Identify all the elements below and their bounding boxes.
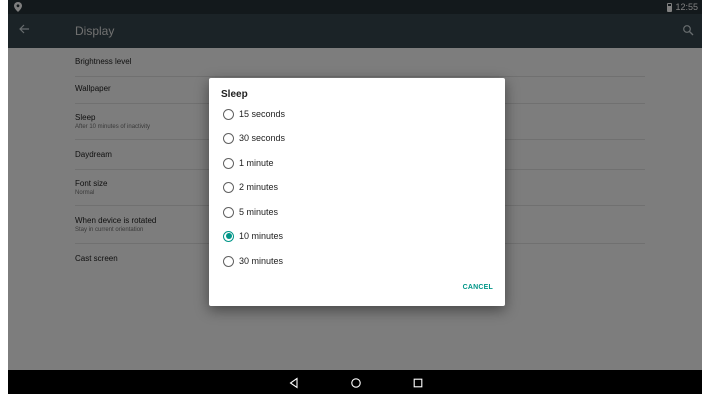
navigation-bar <box>8 370 702 394</box>
cancel-button[interactable]: CANCEL <box>463 284 493 291</box>
sleep-option[interactable]: 1 minute <box>223 155 274 171</box>
option-label: 10 minutes <box>239 231 284 241</box>
radio-button[interactable] <box>223 181 234 193</box>
sleep-option[interactable]: 30 seconds <box>223 130 285 146</box>
radio-button[interactable] <box>223 132 234 144</box>
sleep-option[interactable]: 10 minutes <box>223 228 283 244</box>
radio-button[interactable] <box>223 157 234 169</box>
dialog-title: Sleep <box>221 89 248 100</box>
radio-button[interactable] <box>223 230 234 242</box>
option-label: 15 seconds <box>239 109 286 119</box>
option-label: 5 minutes <box>239 207 279 217</box>
option-label: 30 minutes <box>239 256 284 266</box>
sleep-option[interactable]: 15 seconds <box>223 106 285 122</box>
sleep-option[interactable]: 5 minutes <box>223 204 278 220</box>
radio-button[interactable] <box>223 108 234 120</box>
radio-button[interactable] <box>223 206 234 218</box>
android-screen: 12:55 Display Brightness level Wallpaper… <box>8 0 702 394</box>
nav-recent-icon[interactable] <box>412 376 424 388</box>
sleep-dialog: Sleep 15 seconds 30 seconds 1 minute 2 m… <box>209 78 505 306</box>
option-label: 2 minutes <box>239 182 279 192</box>
option-label: 30 seconds <box>239 133 286 143</box>
sleep-option[interactable]: 30 minutes <box>223 253 283 269</box>
option-label: 1 minute <box>239 158 274 168</box>
sleep-option[interactable]: 2 minutes <box>223 179 278 195</box>
nav-back-icon[interactable] <box>288 376 300 389</box>
nav-home-icon[interactable] <box>350 376 362 388</box>
radio-button[interactable] <box>223 255 234 267</box>
